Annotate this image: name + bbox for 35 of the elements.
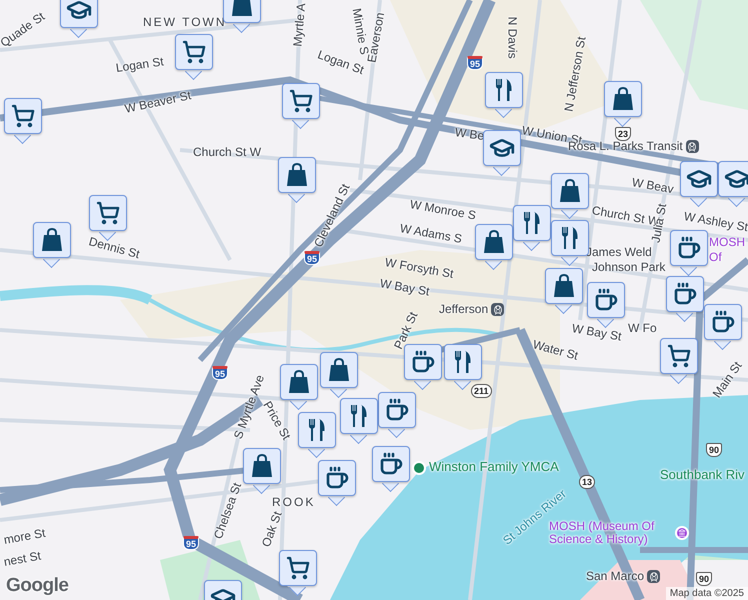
route-shield: 95	[304, 251, 320, 265]
route-shield: 95	[467, 56, 484, 70]
street-label: N Davis	[505, 16, 519, 59]
place-label: ROOK	[272, 496, 316, 510]
route-shield: 90	[696, 572, 712, 586]
map-logo: Google	[6, 575, 68, 597]
street-label: Dennis St	[87, 235, 141, 262]
street-label: Church St W	[193, 146, 262, 160]
street-label: N Jefferson St	[562, 36, 589, 113]
street-label: nest St	[2, 550, 42, 570]
place-label: Southbank Riv	[660, 468, 745, 482]
place-label: Of	[709, 251, 722, 264]
street-label: W Monroe S	[408, 198, 477, 223]
place-label: MOSH (Museum Of Science & History)	[549, 520, 656, 546]
street-label: W Fo	[628, 322, 657, 336]
place-label: Johnson Park	[592, 261, 666, 274]
map-attribution: Map data ©2025	[666, 587, 748, 600]
place-label: Jefferson	[439, 303, 488, 316]
street-label: W Beav	[630, 176, 675, 196]
route-shield: 95	[212, 366, 228, 380]
place-label: NEW TOWN	[143, 16, 227, 30]
street-label: Logan St	[115, 55, 164, 76]
street-label: Myrtle A	[291, 2, 308, 48]
street-label: W Beaver St	[124, 89, 192, 116]
place-label: MOSH	[709, 236, 745, 250]
route-shield: 90	[706, 443, 722, 457]
route-shield: 95	[183, 536, 200, 550]
street-label: Oak St	[260, 510, 285, 549]
place-label: Winston Family YMCA	[429, 460, 559, 474]
street-label: more St	[2, 526, 47, 548]
street-label: W Adams S	[398, 222, 463, 246]
street-label: W Be	[454, 126, 485, 144]
route-shield: 23	[615, 127, 632, 141]
street-label: Minnie S	[350, 7, 371, 56]
street-label: Park St	[392, 310, 421, 352]
